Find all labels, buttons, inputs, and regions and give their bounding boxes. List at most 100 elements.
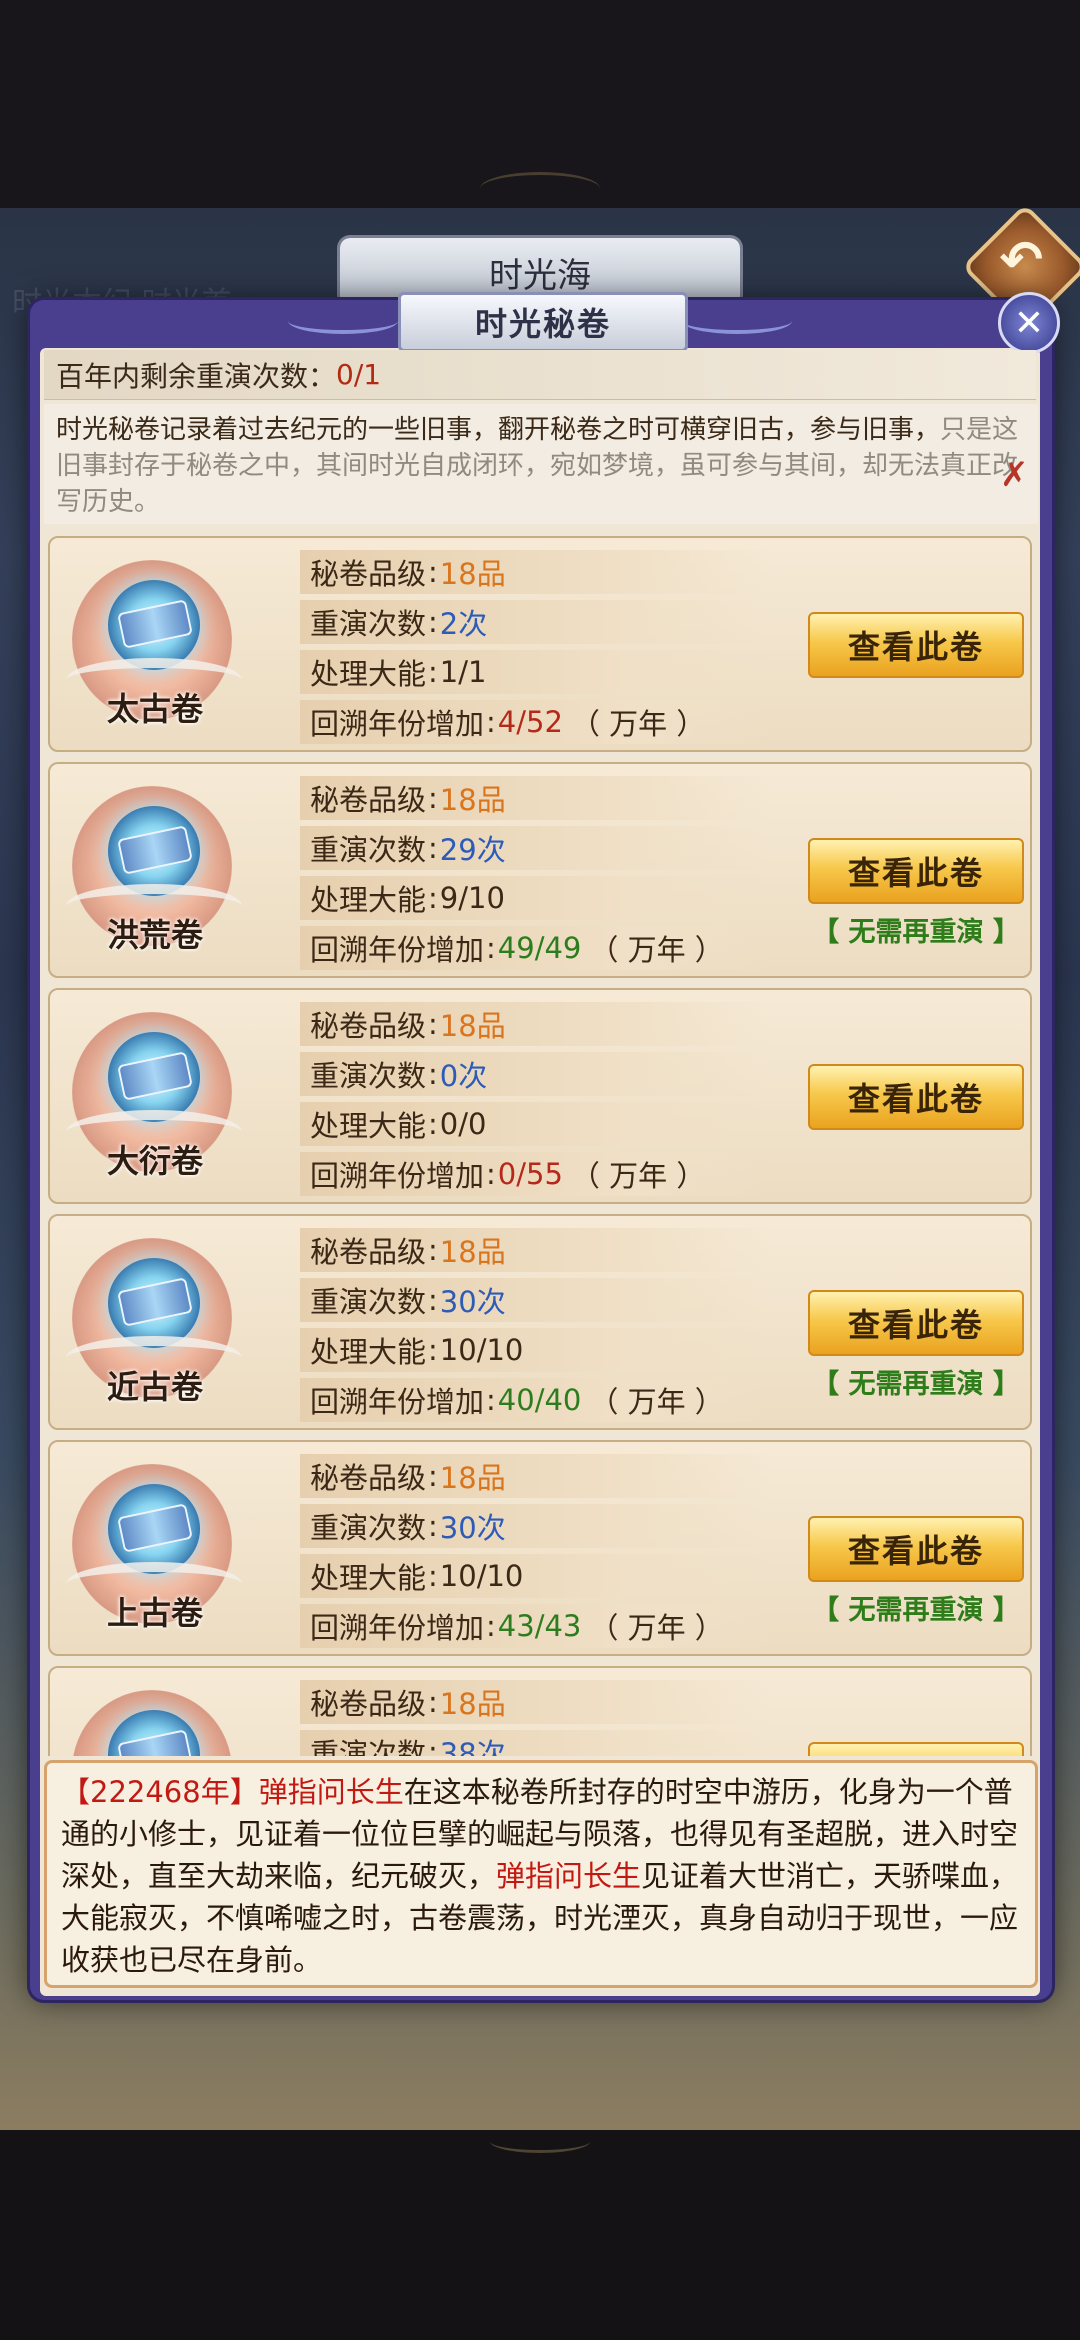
stat-label: 回溯年份增加 [310,933,485,967]
stat-unit: （ 万年 ） [570,707,706,741]
stat-label: 处理大能 [310,1561,427,1595]
stat-value: 49/49 [497,931,582,965]
scroll-emblem-icon[interactable]: 近古卷 [60,1226,250,1416]
stat-value: 0/55 [497,1157,563,1191]
scroll-emblem-icon[interactable]: 大衍卷 [60,1000,250,1190]
stat-label: 处理大能 [310,1335,427,1369]
stat-value: 38次 [439,1737,506,1756]
scroll-list[interactable]: 太古卷 秘卷品级:18品 重演次数:2次 处理大能:1/1 回溯年份增加:4/52 （ 万… [48,536,1032,1756]
view-scroll-button[interactable]: 查看此卷 [808,838,1024,904]
crossed-swords-icon[interactable]: ✗ [1000,455,1029,495]
stat-colon: : [486,705,496,739]
view-scroll-button[interactable]: 查看此卷 [808,1742,1024,1756]
stat-row-replays: 重演次数:30次 [300,1278,770,1322]
stat-row-grade: 秘卷品级:18品 [300,550,770,594]
title-ornament-right [682,308,792,334]
stat-row-bosses: 处理大能:0/0 [300,1102,770,1146]
story-box: 【222468年】弹指问长生在这本秘卷所封存的时空中游历，化身为一个普通的小修士… [44,1760,1038,1988]
stat-colon: : [428,781,438,815]
stat-label: 秘卷品级 [310,1687,427,1721]
stat-value: 18品 [439,1009,506,1043]
top-ornament [480,172,600,205]
story-year-tag: 【222468年】 [61,1775,259,1809]
stat-colon: : [428,1233,438,1267]
stat-unit: （ 万年 ） [589,1611,724,1645]
stat-row-bosses: 处理大能:1/1 [300,650,770,694]
stat-row-years: 回溯年份增加:43/43 （ 万年 ） [300,1604,770,1648]
stat-row-years: 回溯年份增加:0/55 （ 万年 ） [300,1152,770,1196]
stat-row-replays: 重演次数:30次 [300,1504,770,1548]
bottom-ornament [490,2130,590,2153]
scroll-card: 上古卷 秘卷品级:18品 重演次数:30次 处理大能:10/10 回溯年份增加:43/4… [48,1440,1032,1656]
stat-row-bosses: 处理大能:10/10 [300,1554,770,1598]
stat-row-bosses: 处理大能:9/10 [300,876,770,920]
view-scroll-button[interactable]: 查看此卷 [808,612,1024,678]
stat-colon: : [428,1057,438,1091]
stat-colon: : [428,1283,438,1317]
stat-label: 处理大能 [310,883,427,917]
remaining-value: 0/1 [336,358,382,391]
stat-label: 回溯年份增加 [310,1385,485,1419]
scroll-name: 洪荒卷 [106,916,203,954]
stat-label: 秘卷品级 [310,783,427,817]
stat-colon: : [428,1007,438,1041]
scroll-emblem-icon[interactable] [60,1678,250,1756]
scroll-card: 秘卷品级:18品重演次数:38次处理大能:回溯年份增加:（ 万年 ）查看此卷 [48,1666,1032,1756]
no-replay-needed-label: 【 无需再重演 】 [812,1595,1020,1626]
scroll-card: 大衍卷 秘卷品级:18品 重演次数:0次 处理大能:0/0 回溯年份增加:0/55 （ 万… [48,988,1032,1204]
scroll-emblem-icon[interactable]: 洪荒卷 [60,774,250,964]
stat-label: 处理大能 [310,1109,427,1143]
stat-colon: : [486,1609,496,1643]
scroll-name: 近古卷 [106,1368,203,1406]
view-scroll-button[interactable]: 查看此卷 [808,1516,1024,1582]
stat-value: 0/0 [439,1107,487,1141]
stat-colon: : [428,1459,438,1493]
stat-colon: : [428,831,438,865]
stat-row-replays: 重演次数:29次 [300,826,770,870]
intro-text: 时光秘卷记录着过去纪元的一些旧事，翻开秘卷之时可横穿旧古，参与旧事，只是这旧事封… [44,404,1038,524]
scroll-emblem-icon[interactable]: 上古卷 [60,1452,250,1642]
stat-row-grade: 秘卷品级:18品 [300,776,770,820]
intro-line: 时光秘卷记录着过去纪元的一些旧事，翻开秘卷之时可横穿旧古，参与旧事， [56,415,941,445]
stat-value: 18品 [439,1235,506,1269]
stat-label: 重演次数 [310,1059,427,1093]
stat-label: 处理大能 [310,657,427,691]
stat-value: 40/40 [497,1383,582,1417]
stat-value: 43/43 [497,1609,582,1643]
stat-colon: : [428,1509,438,1543]
stat-label: 秘卷品级 [310,1461,427,1495]
stat-value: 30次 [439,1511,506,1545]
stat-label: 回溯年份增加 [310,1159,485,1193]
stat-row-years: 回溯年份增加:4/52 （ 万年 ） [300,700,770,744]
remaining-replays-bar: 百年内剩余重演次数： 0/1 [44,350,1036,400]
stat-label: 重演次数 [310,833,427,867]
view-scroll-button[interactable]: 查看此卷 [808,1064,1024,1130]
stat-colon: : [428,1107,438,1141]
scroll-name: 大衍卷 [106,1142,203,1180]
stat-value: 18品 [439,783,506,817]
stat-row-grade: 秘卷品级:18品 [300,1002,770,1046]
no-replay-needed-label: 【 无需再重演 】 [812,1369,1020,1400]
scroll-emblem-icon[interactable]: 太古卷 [60,548,250,738]
stat-row-grade: 秘卷品级:18品 [300,1680,770,1724]
stat-label: 重演次数 [310,1511,427,1545]
back-arrow-icon: ↶ [999,230,1044,291]
scroll-card: 洪荒卷 秘卷品级:18品 重演次数:29次 处理大能:9/10 回溯年份增加:49/49… [48,762,1032,978]
stat-label: 重演次数 [310,607,427,641]
stat-value: 30次 [439,1285,506,1319]
stat-value: 10/10 [439,1559,524,1593]
stat-label: 秘卷品级 [310,1009,427,1043]
view-scroll-button[interactable]: 查看此卷 [808,1290,1024,1356]
stat-colon: : [486,931,496,965]
stat-value: 18品 [439,1687,506,1721]
stat-row-grade: 秘卷品级:18品 [300,1454,770,1498]
close-button[interactable]: ✕ [998,292,1060,354]
stat-value: 0次 [439,1059,488,1093]
stat-colon: : [428,655,438,689]
title-ornament-left [288,308,398,334]
stat-label: 重演次数 [310,1285,427,1319]
scroll-card: 近古卷 秘卷品级:18品 重演次数:30次 处理大能:10/10 回溯年份增加:40/4… [48,1214,1032,1430]
stat-label: 秘卷品级 [310,557,427,591]
remaining-label: 百年内剩余重演次数： [56,359,337,393]
stat-colon: : [486,1157,496,1191]
